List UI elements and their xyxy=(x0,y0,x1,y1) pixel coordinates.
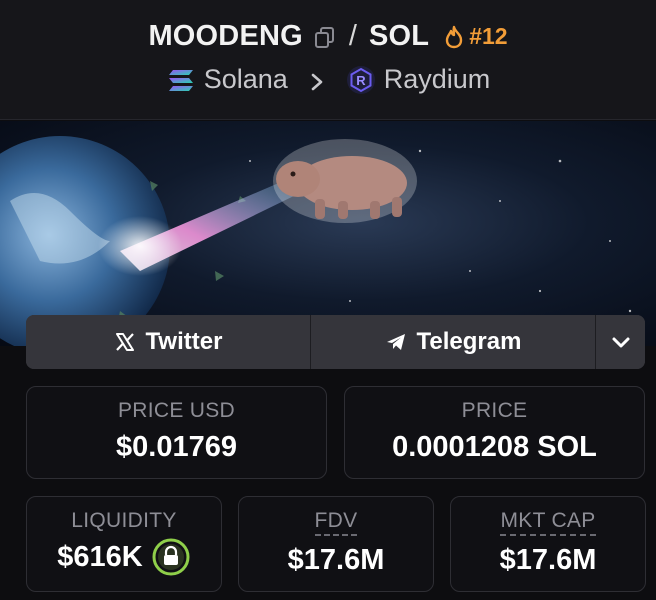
liquidity-value: $616K xyxy=(57,540,143,573)
dex-name[interactable]: Raydium xyxy=(384,64,491,95)
svg-text:R: R xyxy=(356,73,366,88)
price-native-value: 0.0001208 SOL xyxy=(392,431,597,463)
twitter-label: Twitter xyxy=(145,328,223,355)
token-banner-image xyxy=(0,121,656,346)
chevron-down-icon xyxy=(610,331,632,353)
telegram-plane-icon xyxy=(385,331,407,353)
price-usd-card: PRICE USD $0.01769 xyxy=(26,386,327,479)
base-token-symbol: MOODENG xyxy=(148,20,303,52)
copy-icon[interactable] xyxy=(313,25,337,49)
liquidity-card: LIQUIDITY $616K xyxy=(26,496,222,592)
price-native-card: PRICE 0.0001208 SOL xyxy=(344,386,645,479)
fdv-label[interactable]: FDV xyxy=(314,509,358,536)
price-usd-value: $0.01769 xyxy=(116,431,237,463)
telegram-label: Telegram xyxy=(416,328,522,355)
chevron-right-icon xyxy=(306,69,328,91)
more-links-button[interactable] xyxy=(596,315,645,369)
social-links-bar: Twitter Telegram xyxy=(26,315,645,369)
liquidity-value-row: $616K xyxy=(57,537,190,577)
x-logo-icon xyxy=(114,331,136,353)
liquidity-label: LIQUIDITY xyxy=(71,509,177,532)
raydium-logo-icon: R xyxy=(346,65,376,95)
breadcrumb: Solana R Raydium xyxy=(0,64,656,95)
pair-header: MOODENG / SOL #12 Solana R Raydium xyxy=(0,0,656,120)
price-usd-label: PRICE USD xyxy=(117,399,236,422)
pair-title-row: MOODENG / SOL #12 xyxy=(0,20,656,53)
price-native-label: PRICE xyxy=(461,399,528,422)
market-cap-value: $17.6M xyxy=(499,544,597,576)
market-cap-card: MKT CAP $17.6M xyxy=(450,496,646,592)
fdv-value: $17.6M xyxy=(287,544,385,576)
trending-rank-text: #12 xyxy=(469,23,508,49)
solana-logo-icon xyxy=(166,65,196,95)
telegram-button[interactable]: Telegram xyxy=(311,315,596,369)
chain-name[interactable]: Solana xyxy=(204,64,288,95)
twitter-button[interactable]: Twitter xyxy=(26,315,311,369)
lock-icon[interactable] xyxy=(151,537,191,577)
fdv-card: FDV $17.6M xyxy=(238,496,434,592)
flame-icon xyxy=(443,25,465,49)
pair-separator: / xyxy=(348,20,357,52)
market-cap-label[interactable]: MKT CAP xyxy=(500,509,596,536)
token-pair-panel: MOODENG / SOL #12 Solana R Raydium Twitt… xyxy=(0,0,656,600)
trending-rank-badge[interactable]: #12 xyxy=(443,23,508,50)
quote-token-symbol: SOL xyxy=(368,20,430,52)
